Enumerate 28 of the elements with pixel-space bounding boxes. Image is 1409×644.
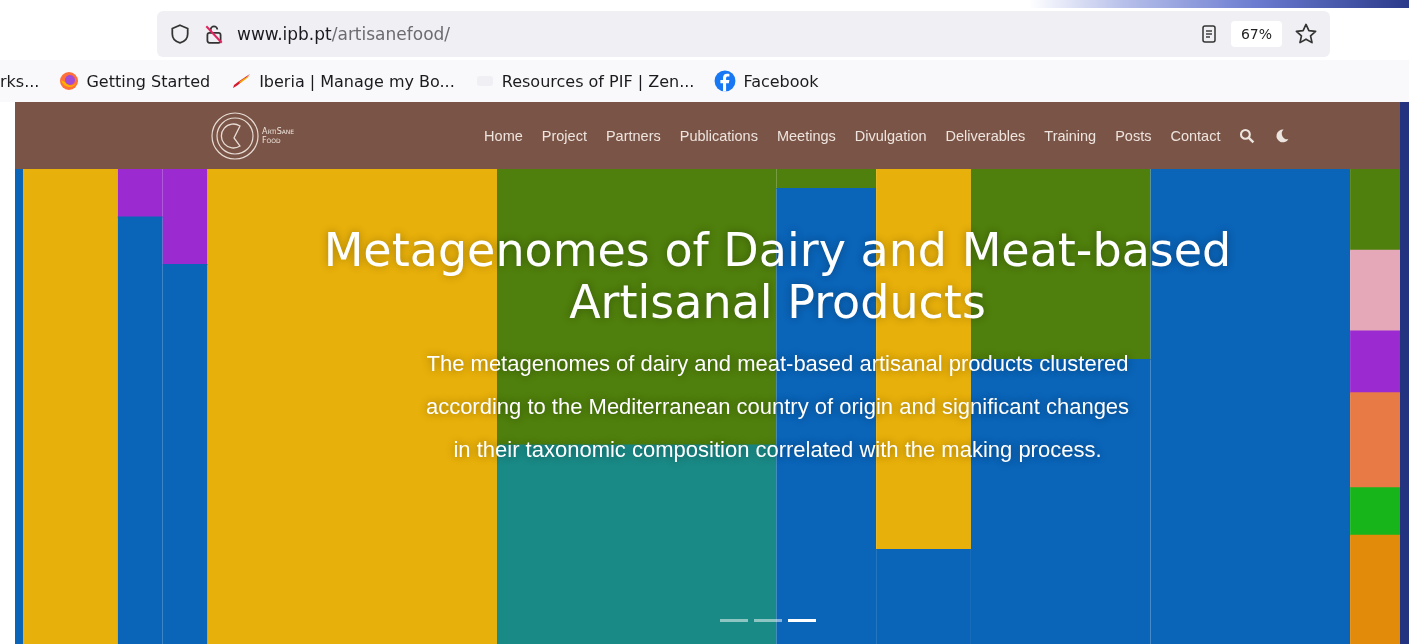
address-bar[interactable]: www.ipb.pt/artisanefood/ 67% <box>157 11 1330 57</box>
nav-link[interactable]: Partners <box>605 127 661 144</box>
zoom-level-button[interactable]: 67% <box>1230 21 1282 47</box>
logo-icon <box>210 110 260 161</box>
bookmark-item[interactable]: Resources of PIF | Zen... <box>474 71 695 91</box>
nav-link[interactable]: Deliverables <box>945 127 1026 144</box>
nav-link[interactable]: Posts <box>1115 127 1152 144</box>
bookmark-item[interactable]: Iberia | Manage my Bo... <box>230 71 455 91</box>
logo-text: Food <box>262 135 282 145</box>
insecure-lock-icon[interactable] <box>203 23 225 45</box>
search-icon[interactable] <box>1239 127 1256 144</box>
nav-link[interactable]: Home <box>484 127 523 144</box>
nav-link[interactable]: Training <box>1044 127 1097 144</box>
shield-icon[interactable] <box>169 23 191 45</box>
nav-link[interactable]: Project <box>541 127 587 144</box>
url-text[interactable]: www.ipb.pt/artisanefood/ <box>237 24 451 44</box>
moon-icon[interactable] <box>1274 127 1291 144</box>
nav-link[interactable]: Contact <box>1170 127 1221 144</box>
bookmark-item[interactable]: Getting Started <box>59 71 211 91</box>
nav-link[interactable]: Divulgation <box>854 127 927 144</box>
globe-icon <box>59 71 80 91</box>
nav-link[interactable]: Meetings <box>776 127 836 144</box>
bookmark-item[interactable]: Facebook <box>714 70 819 92</box>
bookmark-item[interactable]: rks... <box>0 71 40 91</box>
star-icon[interactable] <box>1294 22 1318 46</box>
facebook-icon <box>714 70 737 92</box>
nav-link[interactable]: Publications <box>679 127 758 144</box>
logo-text: ArtiSane <box>262 126 295 136</box>
